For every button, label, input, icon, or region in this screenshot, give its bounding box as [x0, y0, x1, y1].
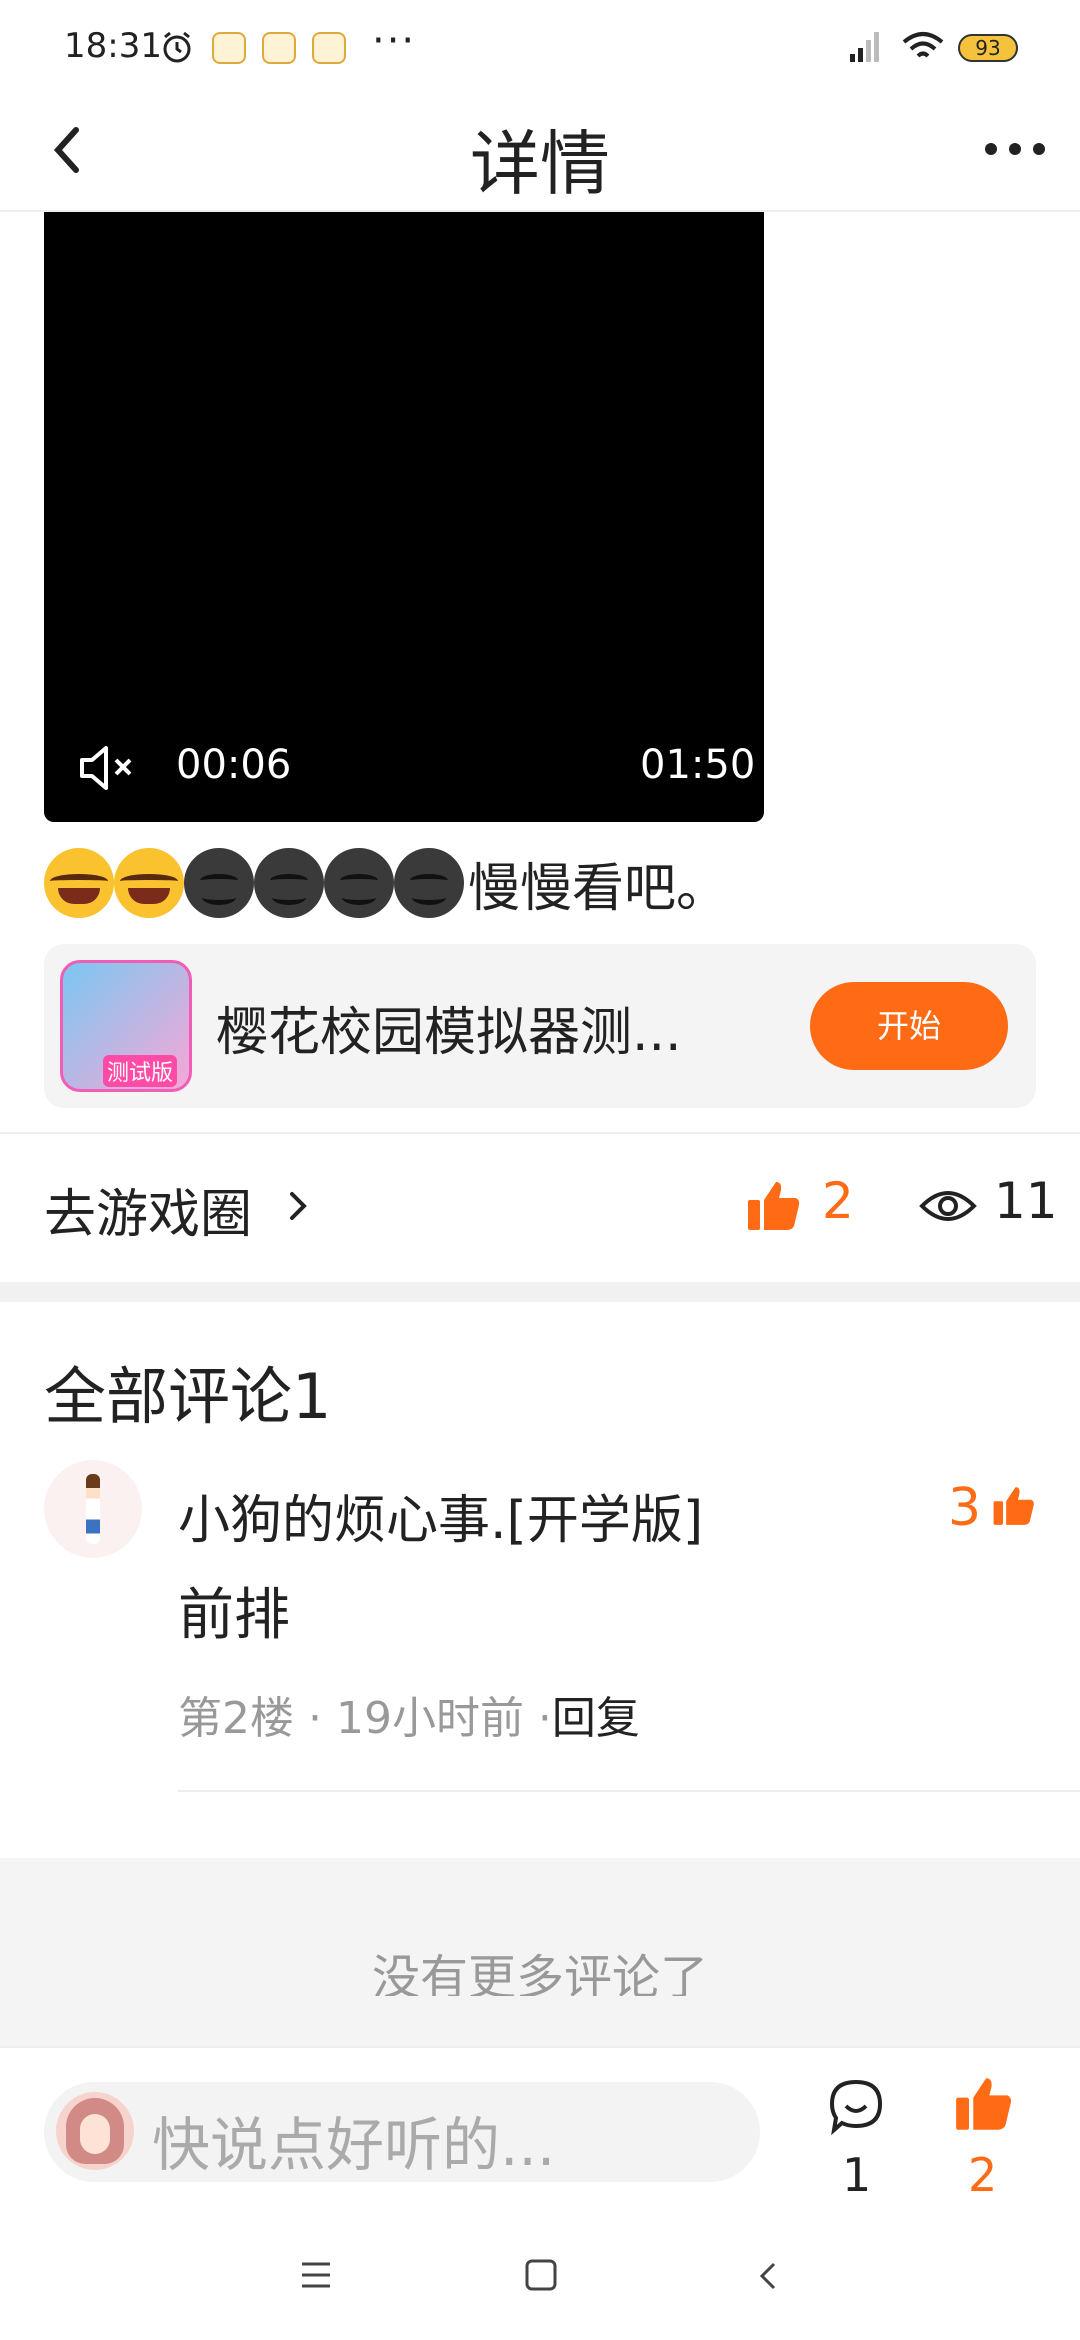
comment-input-placeholder: 快说点好听的... [152, 2111, 556, 2179]
avatar[interactable] [44, 1460, 142, 1558]
more-notifications-icon: ··· [372, 18, 417, 64]
comment-input-bar: 快说点好听的... 1 2 [0, 2046, 1080, 2214]
page-title: 详情 [470, 123, 610, 205]
battery-indicator: 93 [958, 34, 1018, 62]
comment-icon[interactable] [826, 2076, 886, 2136]
video-player[interactable]: 00:06 01:50 [44, 212, 764, 822]
comment-count: 1 [842, 2148, 872, 2202]
divider [178, 1790, 1080, 1792]
reply-button[interactable]: 回复 [552, 1693, 640, 1744]
user-avatar [56, 2092, 134, 2170]
comment-floor-time: 第2楼 · 19小时前 · [178, 1693, 552, 1744]
game-badge: 测试版 [103, 1055, 178, 1087]
no-more-comments: 没有更多评论了 [0, 1858, 1080, 2046]
eye-icon [919, 1191, 977, 1221]
thumbs-up-icon[interactable] [746, 1178, 802, 1234]
smirk-emoji-icon [324, 848, 394, 918]
post-stats-row: 去游戏圈 2 11 [0, 1134, 1080, 1282]
top-bar: 详情 [0, 90, 1080, 212]
no-more-comments-text: 没有更多评论了 [371, 1950, 708, 1996]
post-text: 慢慢看吧。 [44, 848, 729, 919]
comment-meta: 第2楼 · 19小时前 ·回复 [178, 1682, 640, 1746]
comment-text: 前排 [178, 1583, 290, 1648]
menu-icon[interactable] [300, 2258, 332, 2292]
comment-input[interactable]: 快说点好听的... [44, 2082, 760, 2182]
section-gap [0, 1282, 1080, 1302]
game-card[interactable]: 测试版 樱花校园模拟器测... 开始 [44, 944, 1036, 1108]
game-circle-link[interactable]: 去游戏圈 [44, 1172, 252, 1247]
post-text-content: 慢慢看吧。 [468, 858, 729, 919]
smirk-emoji-icon [394, 848, 464, 918]
status-time: 18:31 [64, 26, 162, 66]
wifi-icon [902, 32, 944, 58]
notification-icon [312, 32, 346, 64]
video-current-time: 00:06 [176, 742, 292, 788]
thumbs-up-icon[interactable] [992, 1484, 1036, 1528]
view-count: 11 [994, 1172, 1058, 1230]
like-count: 2 [822, 1172, 854, 1230]
smirk-emoji-icon [254, 848, 324, 918]
game-name: 樱花校园模拟器测... [216, 1003, 682, 1063]
start-game-button[interactable]: 开始 [810, 982, 1008, 1070]
game-icon: 测试版 [60, 960, 192, 1092]
status-bar: 18:31 ··· 93 [0, 0, 1080, 90]
home-icon[interactable] [524, 2258, 558, 2292]
notification-icon [212, 32, 246, 64]
smirk-emoji-icon [184, 848, 254, 918]
comment-username[interactable]: 小狗的烦心事.[开学版] [178, 1478, 703, 1553]
laugh-cry-emoji-icon [44, 848, 114, 918]
thumbs-up-icon[interactable] [954, 2074, 1014, 2134]
laugh-cry-emoji-icon [114, 848, 184, 918]
mute-icon[interactable] [78, 742, 138, 794]
alarm-icon [163, 31, 191, 63]
comments-heading: 全部评论1 [44, 1360, 332, 1433]
signal-icon [850, 32, 879, 62]
back-icon[interactable] [756, 2256, 780, 2296]
bottom-like-count: 2 [968, 2148, 998, 2202]
more-options-icon[interactable] [980, 114, 1050, 184]
notification-icon [262, 32, 296, 64]
chevron-right-icon[interactable] [286, 1186, 310, 1226]
video-duration: 01:50 [640, 742, 756, 788]
comment-like-count: 3 [948, 1478, 982, 1538]
system-navigation-bar [0, 2212, 1080, 2340]
